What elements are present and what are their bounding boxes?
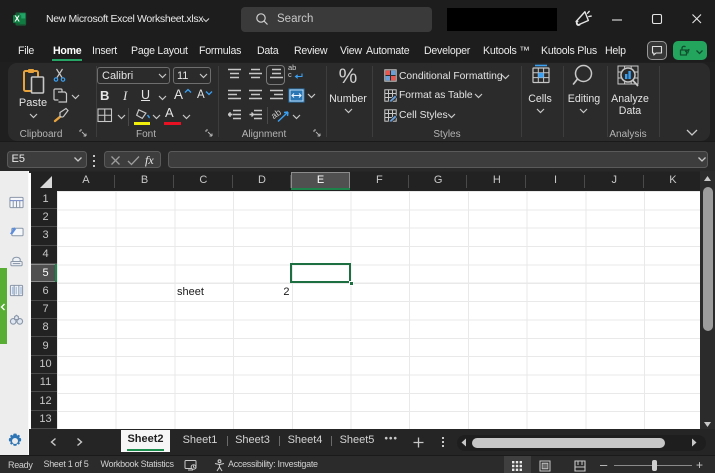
svg-text:X: X — [15, 15, 21, 24]
